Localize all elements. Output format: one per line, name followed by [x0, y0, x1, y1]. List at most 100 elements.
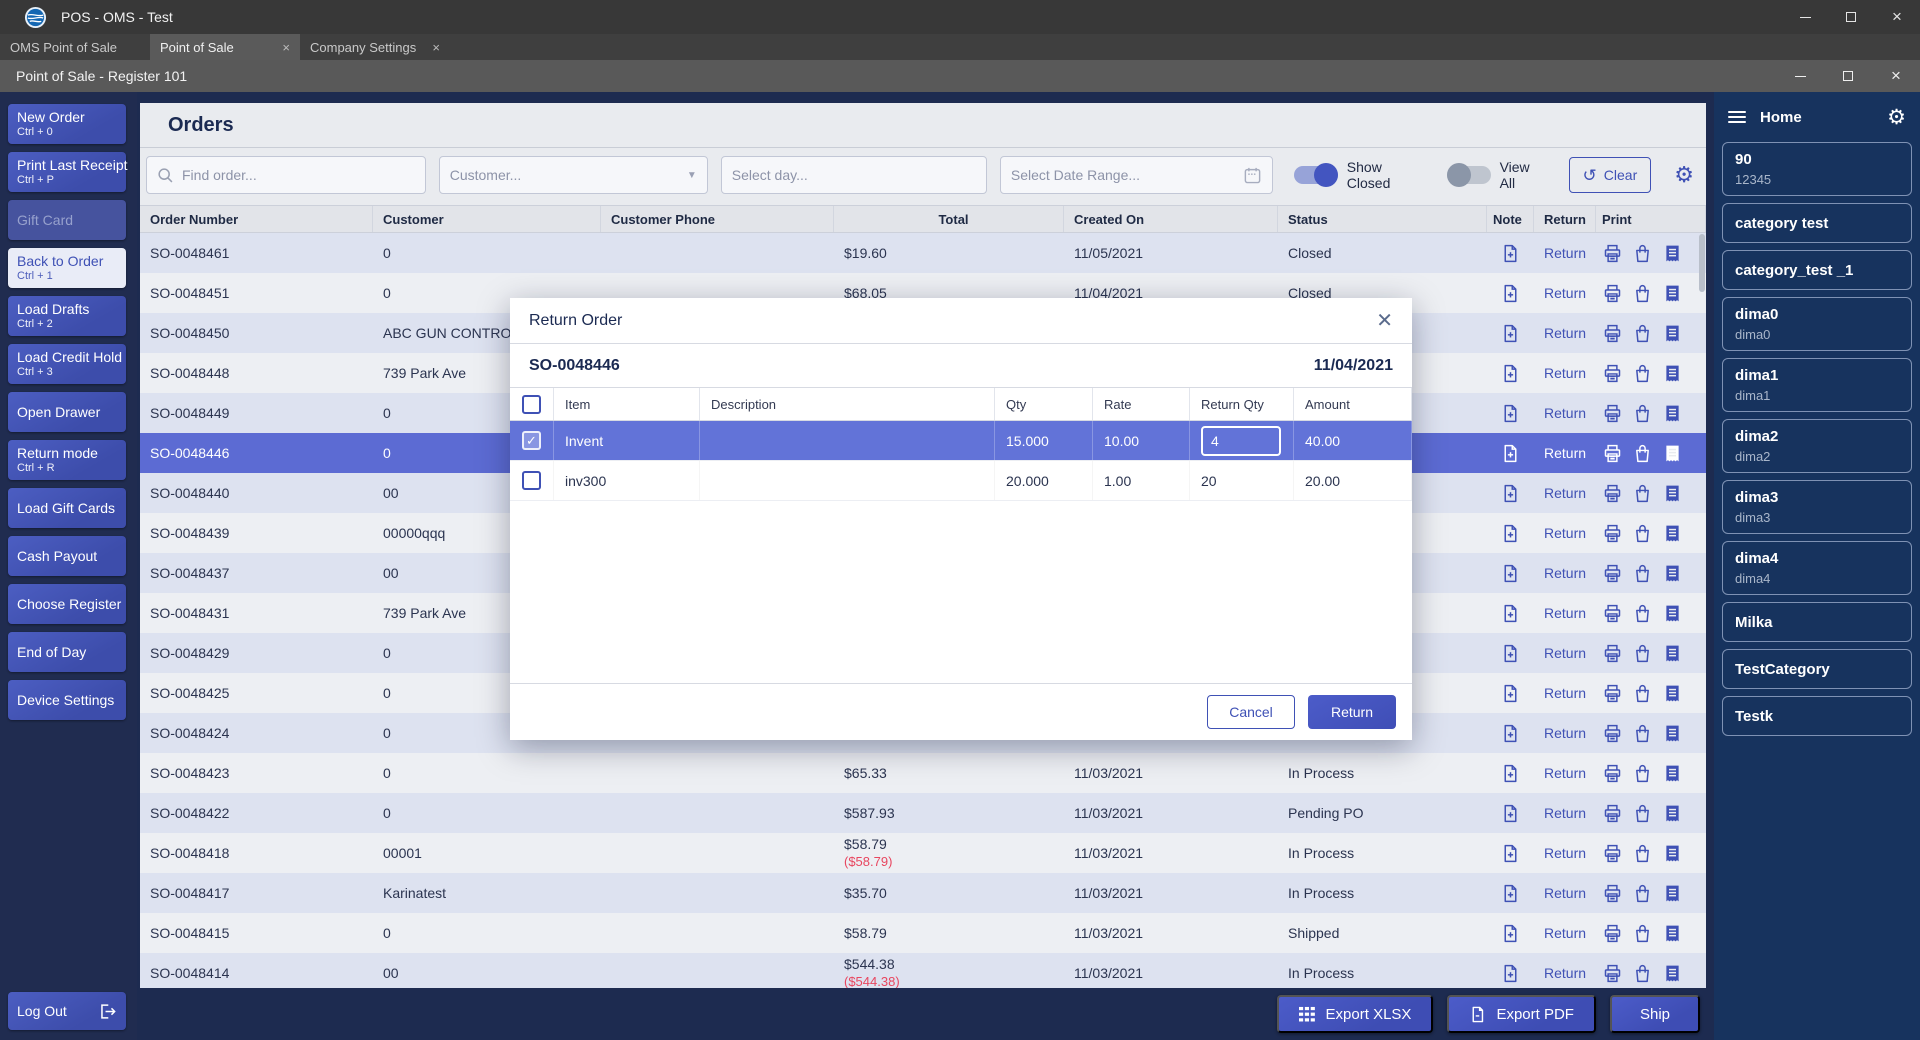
- return-link[interactable]: Return: [1544, 685, 1586, 701]
- return-link[interactable]: Return: [1544, 445, 1586, 461]
- print-gift-receipt-icon[interactable]: [1632, 363, 1653, 384]
- print-list-icon[interactable]: [1662, 483, 1683, 504]
- print-gift-receipt-icon[interactable]: [1632, 283, 1653, 304]
- category-card[interactable]: TestCategory: [1722, 649, 1912, 689]
- return-link[interactable]: Return: [1544, 325, 1586, 341]
- print-list-icon[interactable]: [1662, 923, 1683, 944]
- find-order-field[interactable]: [146, 156, 426, 194]
- show-closed-toggle[interactable]: Show Closed: [1293, 159, 1426, 191]
- print-list-icon[interactable]: [1662, 283, 1683, 304]
- sidebar-button[interactable]: Load Drafts Ctrl + 2: [8, 296, 126, 336]
- print-receipt-icon[interactable]: [1602, 563, 1623, 584]
- date-range-field[interactable]: [999, 156, 1273, 194]
- category-card[interactable]: dima1 dima1: [1722, 358, 1912, 412]
- add-note-icon[interactable]: [1500, 563, 1521, 584]
- return-button[interactable]: Return: [1308, 695, 1396, 729]
- print-list-icon[interactable]: [1662, 563, 1683, 584]
- print-gift-receipt-icon[interactable]: [1632, 243, 1653, 264]
- add-note-icon[interactable]: [1500, 683, 1521, 704]
- add-note-icon[interactable]: [1500, 763, 1521, 784]
- add-note-icon[interactable]: [1500, 283, 1521, 304]
- sidebar-button[interactable]: Device Settings: [8, 680, 126, 720]
- order-row[interactable]: SO-0048422 0 $587.93 11/03/2021 Pending …: [140, 793, 1706, 833]
- print-gift-receipt-icon[interactable]: [1632, 803, 1653, 824]
- order-row[interactable]: SO-0048423 0 $65.33 11/03/2021 In Proces…: [140, 753, 1706, 793]
- print-gift-receipt-icon[interactable]: [1632, 883, 1653, 904]
- print-receipt-icon[interactable]: [1602, 723, 1623, 744]
- categories-gear-icon[interactable]: ⚙: [1887, 105, 1906, 130]
- sidebar-button[interactable]: Gift Card: [8, 200, 126, 240]
- print-receipt-icon[interactable]: [1602, 523, 1623, 544]
- print-list-icon[interactable]: [1662, 883, 1683, 904]
- table-settings-gear-icon[interactable]: ⚙: [1674, 162, 1694, 188]
- sidebar-button[interactable]: Load Credit Hold Ctrl + 3: [8, 344, 126, 384]
- print-receipt-icon[interactable]: [1602, 483, 1623, 504]
- print-receipt-icon[interactable]: [1602, 843, 1623, 864]
- return-link[interactable]: Return: [1544, 285, 1586, 301]
- export-pdf-button[interactable]: Export PDF: [1447, 995, 1596, 1033]
- return-link[interactable]: Return: [1544, 565, 1586, 581]
- print-list-icon[interactable]: [1662, 843, 1683, 864]
- sidebar-button[interactable]: Print Last Receipt Ctrl + P: [8, 152, 128, 192]
- add-note-icon[interactable]: [1500, 243, 1521, 264]
- print-gift-receipt-icon[interactable]: [1632, 923, 1653, 944]
- print-gift-receipt-icon[interactable]: [1632, 963, 1653, 984]
- add-note-icon[interactable]: [1500, 963, 1521, 984]
- return-link[interactable]: Return: [1544, 725, 1586, 741]
- add-note-icon[interactable]: [1500, 443, 1521, 464]
- cancel-button[interactable]: Cancel: [1207, 695, 1295, 729]
- sidebar-button[interactable]: Choose Register: [8, 584, 126, 624]
- print-gift-receipt-icon[interactable]: [1632, 443, 1653, 464]
- print-gift-receipt-icon[interactable]: [1632, 603, 1653, 624]
- print-receipt-icon[interactable]: [1602, 883, 1623, 904]
- category-card[interactable]: category_test _1: [1722, 250, 1912, 290]
- calendar-icon[interactable]: [1243, 166, 1262, 185]
- print-gift-receipt-icon[interactable]: [1632, 723, 1653, 744]
- sidebar-button[interactable]: End of Day: [8, 632, 126, 672]
- menu-icon[interactable]: [1728, 111, 1746, 123]
- item-checkbox[interactable]: ✓: [522, 431, 541, 450]
- order-row[interactable]: SO-0048414 00 $544.38 ($544.38) 11/03/202…: [140, 953, 1706, 988]
- print-receipt-icon[interactable]: [1602, 363, 1623, 384]
- tab-oms-point-of-sale[interactable]: OMS Point of Sale: [0, 34, 150, 60]
- view-all-toggle[interactable]: View All: [1446, 159, 1546, 191]
- customer-filter-dropdown[interactable]: ▼: [438, 156, 708, 194]
- print-receipt-icon[interactable]: [1602, 603, 1623, 624]
- add-note-icon[interactable]: [1500, 483, 1521, 504]
- date-range-input[interactable]: [1010, 167, 1235, 183]
- add-note-icon[interactable]: [1500, 323, 1521, 344]
- add-note-icon[interactable]: [1500, 523, 1521, 544]
- print-list-icon[interactable]: [1662, 323, 1683, 344]
- print-list-icon[interactable]: [1662, 523, 1683, 544]
- print-receipt-icon[interactable]: [1602, 803, 1623, 824]
- inner-close-icon[interactable]: ×: [1872, 60, 1920, 92]
- return-link[interactable]: Return: [1544, 405, 1586, 421]
- print-receipt-icon[interactable]: [1602, 243, 1623, 264]
- category-card[interactable]: dima2 dima2: [1722, 419, 1912, 473]
- print-list-icon[interactable]: [1662, 443, 1683, 464]
- sidebar-button[interactable]: Back to Order Ctrl + 1: [8, 248, 126, 288]
- return-link[interactable]: Return: [1544, 925, 1586, 941]
- print-receipt-icon[interactable]: [1602, 963, 1623, 984]
- return-link[interactable]: Return: [1544, 245, 1586, 261]
- print-list-icon[interactable]: [1662, 683, 1683, 704]
- return-link[interactable]: Return: [1544, 765, 1586, 781]
- print-gift-receipt-icon[interactable]: [1632, 523, 1653, 544]
- return-link[interactable]: Return: [1544, 525, 1586, 541]
- tab-point-of-sale[interactable]: Point of Sale ×: [150, 34, 300, 60]
- modal-close-icon[interactable]: ✕: [1376, 308, 1393, 333]
- tab-close-icon[interactable]: ×: [282, 40, 290, 55]
- print-list-icon[interactable]: [1662, 763, 1683, 784]
- close-icon[interactable]: ×: [1874, 0, 1920, 34]
- print-gift-receipt-icon[interactable]: [1632, 683, 1653, 704]
- inner-minimize-icon[interactable]: [1776, 60, 1824, 92]
- category-card[interactable]: category test: [1722, 203, 1912, 243]
- print-gift-receipt-icon[interactable]: [1632, 763, 1653, 784]
- return-link[interactable]: Return: [1544, 965, 1586, 981]
- table-scrollbar[interactable]: [1699, 234, 1705, 292]
- category-card[interactable]: 90 12345: [1722, 142, 1912, 196]
- customer-filter-input[interactable]: [449, 167, 679, 183]
- print-list-icon[interactable]: [1662, 803, 1683, 824]
- print-receipt-icon[interactable]: [1602, 443, 1623, 464]
- tab-company-settings[interactable]: Company Settings ×: [300, 34, 450, 60]
